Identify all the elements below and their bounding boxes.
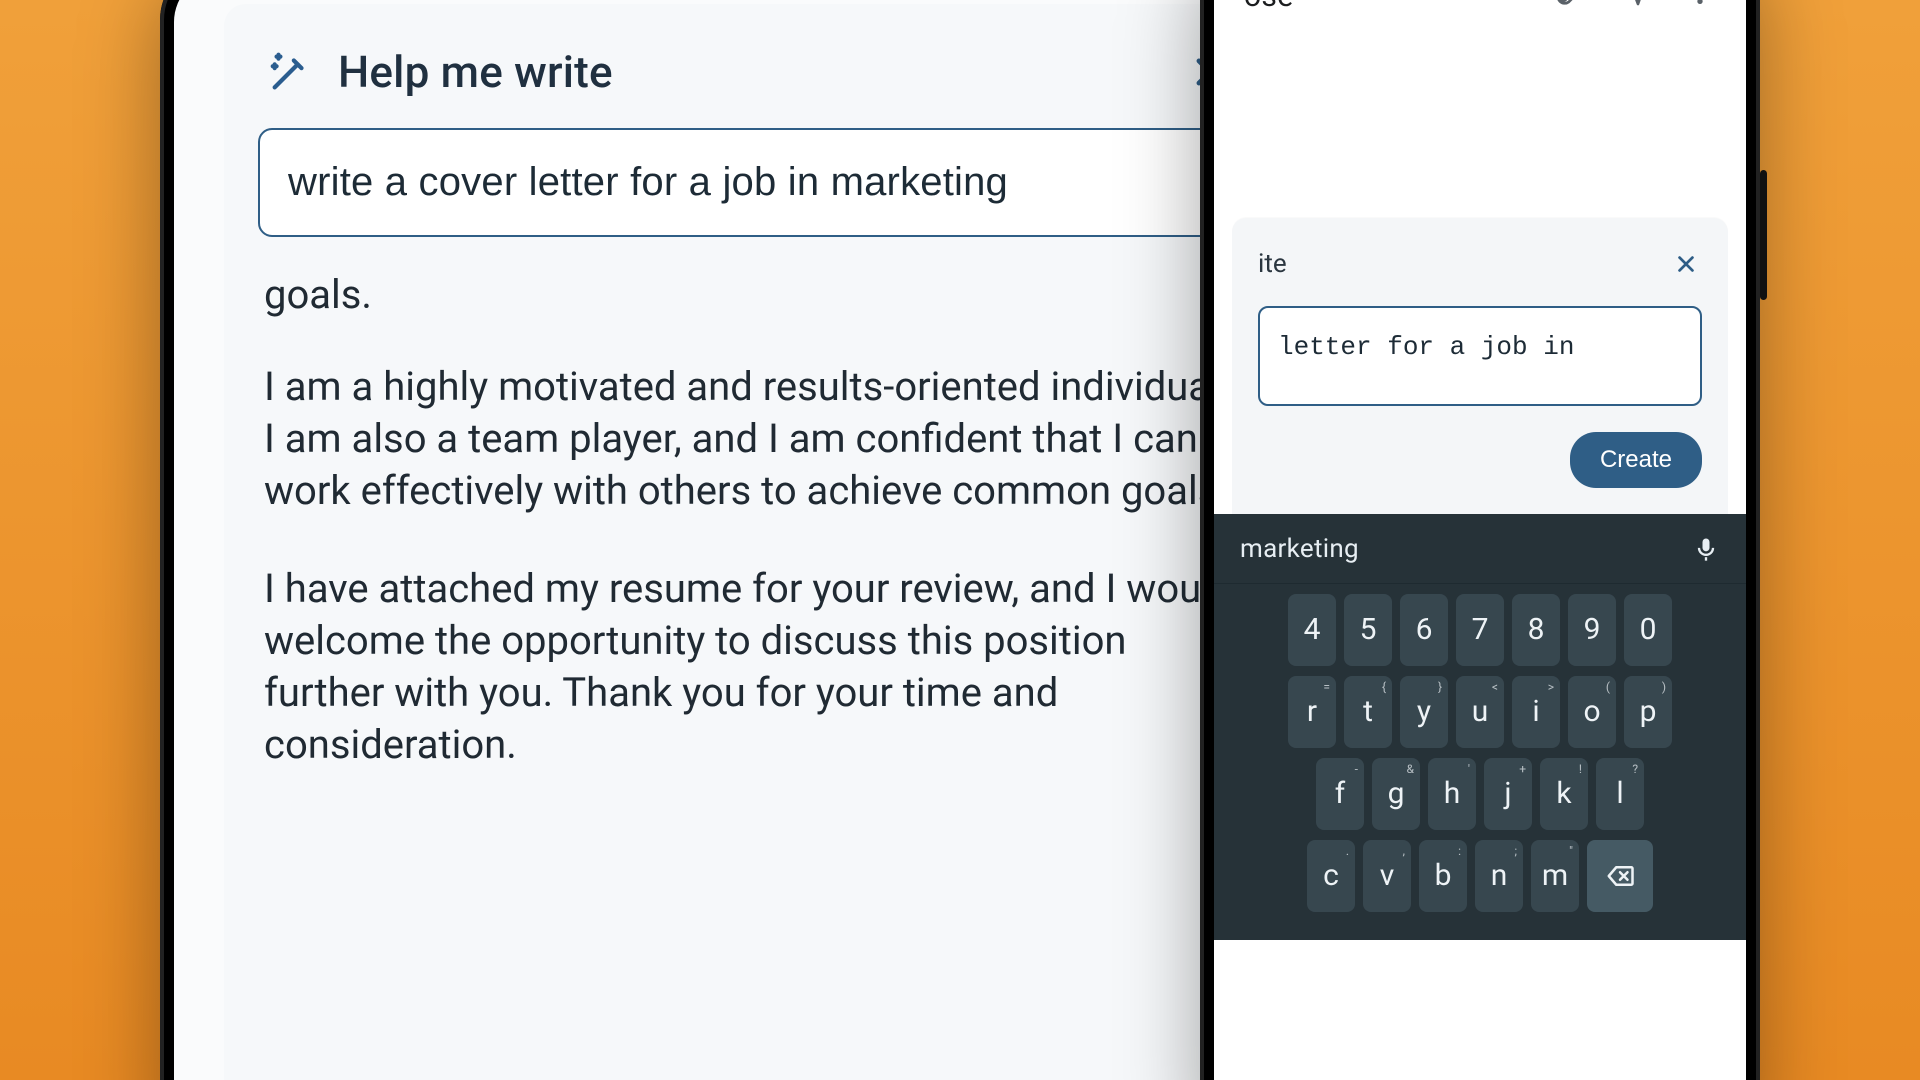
panel-title: Help me write: [338, 46, 613, 98]
key-8[interactable]: 8: [1512, 594, 1560, 666]
key-u[interactable]: u<: [1456, 676, 1504, 748]
mini-panel-title-fragment: ite: [1258, 249, 1287, 279]
key-i[interactable]: i>: [1512, 676, 1560, 748]
keyboard-row-numbers: 4567890: [1222, 594, 1738, 666]
stage: Help me write goals. I am a highly motiv…: [0, 0, 1920, 1080]
close-icon: [1675, 253, 1697, 275]
generated-text: goals. I am a highly motivated and resul…: [258, 269, 1242, 771]
mini-actions: Create: [1258, 410, 1702, 488]
create-button[interactable]: Create: [1570, 432, 1702, 488]
key-n[interactable]: n;: [1475, 840, 1523, 912]
mini-close-button[interactable]: [1670, 248, 1702, 280]
phone-right-screen: ose ite: [1214, 0, 1746, 1080]
soft-keyboard: marketing 4567890 r=t{y}u<i>o(p) f-g&h'j…: [1214, 514, 1746, 940]
key-y[interactable]: y}: [1400, 676, 1448, 748]
key-v[interactable]: v,: [1363, 840, 1411, 912]
key-h[interactable]: h': [1428, 758, 1476, 830]
mini-panel-header: ite: [1258, 248, 1702, 306]
prompt-input[interactable]: [258, 128, 1242, 237]
key-7[interactable]: 7: [1456, 594, 1504, 666]
key-m[interactable]: m": [1531, 840, 1579, 912]
compose-body-blank: [1214, 38, 1746, 218]
more-icon[interactable]: [1684, 0, 1716, 16]
compose-app-bar: ose: [1214, 0, 1746, 38]
phone-side-button: [1760, 170, 1767, 300]
mini-prompt-input[interactable]: [1258, 306, 1702, 406]
send-icon[interactable]: [1618, 0, 1650, 16]
key-0[interactable]: 0: [1624, 594, 1672, 666]
key-t[interactable]: t{: [1344, 676, 1392, 748]
generated-text-fragment: goals.: [264, 269, 1236, 321]
keyboard-suggestion-bar: marketing: [1214, 514, 1746, 584]
magic-wand-icon: [264, 46, 316, 98]
key-6[interactable]: 6: [1400, 594, 1448, 666]
help-me-write-panel: Help me write goals. I am a highly motiv…: [224, 4, 1276, 1080]
keyboard-row-3: f-g&h'j+k!l?: [1222, 758, 1738, 830]
generated-paragraph-1: I am a highly motivated and results-orie…: [264, 361, 1236, 517]
key-f[interactable]: f-: [1316, 758, 1364, 830]
key-c[interactable]: c.: [1307, 840, 1355, 912]
phone-left: Help me write goals. I am a highly motiv…: [160, 0, 1340, 1080]
panel-header: Help me write: [258, 38, 1242, 128]
help-me-write-mini-panel: ite Create: [1232, 218, 1728, 514]
key-p[interactable]: p): [1624, 676, 1672, 748]
key-k[interactable]: k!: [1540, 758, 1588, 830]
key-4[interactable]: 4: [1288, 594, 1336, 666]
keyboard-rows: 4567890 r=t{y}u<i>o(p) f-g&h'j+k!l? c.v,…: [1214, 584, 1746, 940]
key-j[interactable]: j+: [1484, 758, 1532, 830]
keyboard-row-4: c.v,b:n;m": [1222, 840, 1738, 912]
keyboard-suggestion[interactable]: marketing: [1240, 534, 1359, 564]
keyboard-row-2: r=t{y}u<i>o(p): [1222, 676, 1738, 748]
phone-left-screen: Help me write goals. I am a highly motiv…: [174, 0, 1326, 1080]
key-r[interactable]: r=: [1288, 676, 1336, 748]
key-5[interactable]: 5: [1344, 594, 1392, 666]
phone-right: ose ite: [1200, 0, 1760, 1080]
key-b[interactable]: b:: [1419, 840, 1467, 912]
key-backspace[interactable]: [1587, 840, 1653, 912]
key-9[interactable]: 9: [1568, 594, 1616, 666]
mic-icon[interactable]: [1692, 535, 1720, 563]
generated-paragraph-2: I have attached my resume for your revie…: [264, 563, 1236, 771]
key-l[interactable]: l?: [1596, 758, 1644, 830]
compose-title-fragment: ose: [1244, 0, 1293, 14]
attach-icon[interactable]: [1552, 0, 1584, 16]
key-g[interactable]: g&: [1372, 758, 1420, 830]
key-o[interactable]: o(: [1568, 676, 1616, 748]
